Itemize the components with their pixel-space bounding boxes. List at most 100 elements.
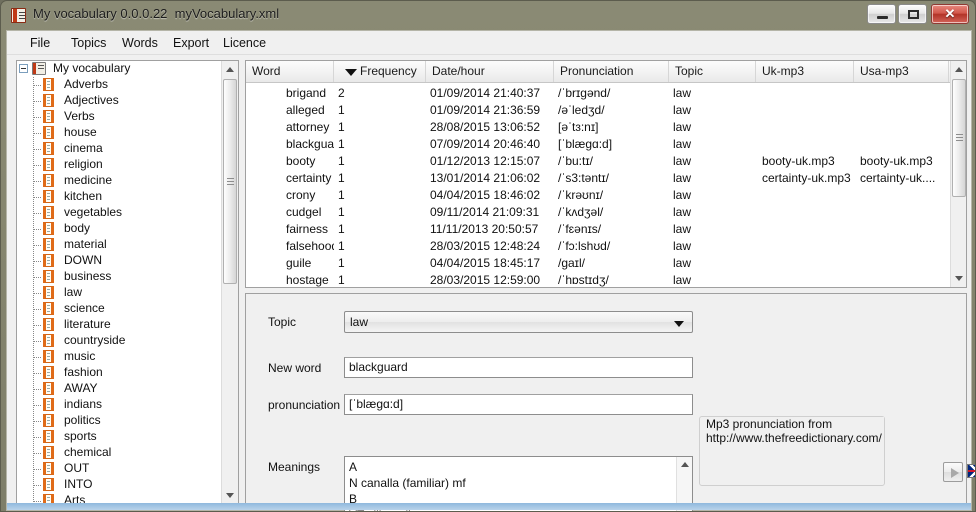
sidebar-item-house[interactable]: house (17, 125, 223, 141)
maximize-button[interactable] (898, 4, 927, 24)
sidebar-item-label: indians (64, 397, 103, 411)
sidebar-item-indians[interactable]: indians (17, 397, 223, 413)
cell-frequency: 1 (338, 137, 345, 151)
menu-item-licence[interactable]: Licence (216, 34, 273, 52)
topic-file-icon (43, 158, 54, 171)
minimize-button[interactable] (867, 4, 896, 24)
pronunciation-input[interactable]: [ˈblægɑ:d] (344, 394, 693, 415)
topic-file-icon (43, 206, 54, 219)
sidebar-item-kitchen[interactable]: kitchen (17, 189, 223, 205)
cell-date: 04/04/2015 18:46:02 (430, 188, 541, 202)
cell-pronunciation: /ˈbu:tɪ/ (558, 154, 593, 168)
cell-date: 07/09/2014 20:46:40 (430, 137, 541, 151)
sidebar-item-cinema[interactable]: cinema (17, 141, 223, 157)
new-word-value: blackguard (349, 360, 408, 374)
menu-item-file[interactable]: File (23, 34, 57, 52)
table-row[interactable]: certainty 1 13/01/2014 21:06:02/ˈs3:təntɪ/… (246, 170, 949, 187)
grid-scroll-down-button[interactable] (951, 270, 966, 287)
sidebar-item-business[interactable]: business (17, 269, 223, 285)
sidebar-item-away[interactable]: AWAY (17, 381, 223, 397)
column-header-date-hour[interactable]: Date/hour (426, 61, 554, 82)
sidebar-item-verbs[interactable]: Verbs (17, 109, 223, 125)
topics-tree-list[interactable]: My vocabulary Adverbs Adjectives Verbs house… (17, 61, 223, 504)
table-row[interactable]: crony 1 04/04/2015 18:46:02/ˈkrəʊnɪ/law (246, 187, 949, 204)
play-uk-mp3-button[interactable] (943, 462, 963, 482)
sidebar-item-body[interactable]: body (17, 221, 223, 237)
uk-flag-icon[interactable] (967, 464, 975, 478)
sidebar-item-label: law (64, 285, 83, 299)
sidebar-item-politics[interactable]: politics (17, 413, 223, 429)
column-header-word[interactable]: Word (246, 61, 334, 82)
sidebar-item-label: cinema (64, 141, 103, 155)
sidebar-item-literature[interactable]: literature (17, 317, 223, 333)
column-header-usa-mp3[interactable]: Usa-mp3 (854, 61, 949, 82)
collapse-icon[interactable] (19, 64, 28, 73)
grid-scroll-thumb[interactable] (952, 79, 966, 197)
table-row[interactable]: fairness 1 11/11/2013 20:50:57/ˈfɛənɪs/law (246, 221, 949, 238)
cell-topic: law (673, 120, 692, 134)
sidebar-item-religion[interactable]: religion (17, 157, 223, 173)
table-row[interactable]: alleged 1 01/09/2014 21:36:59/əˈledʒd/law (246, 102, 949, 119)
cell-word: booty (286, 154, 316, 168)
sidebar-item-science[interactable]: science (17, 301, 223, 317)
sidebar-item-sports[interactable]: sports (17, 429, 223, 445)
sidebar-item-medicine[interactable]: medicine (17, 173, 223, 189)
table-row[interactable]: booty 1 01/12/2013 12:15:07/ˈbu:tɪ/law boot… (246, 153, 949, 170)
words-grid-panel[interactable]: Word Frequency Date/hour Pronunciation Topic… (245, 60, 967, 288)
cell-pronunciation: /əˈledʒd/ (558, 103, 605, 117)
cell-word: brigand (286, 86, 327, 100)
grid-vertical-scrollbar[interactable] (950, 61, 966, 287)
sidebar-item-music[interactable]: music (17, 349, 223, 365)
words-grid-body[interactable]: brigand 2 01/09/2014 21:40:37/ˈbrɪgənd/law… (246, 83, 949, 287)
meanings-label: Meanings (268, 460, 321, 474)
table-row[interactable]: falsehood 1 28/03/2015 12:48:24/ˈfɔ:lshʊd/… (246, 238, 949, 255)
cell-usa-mp3: certainty-uk.... (860, 171, 936, 185)
tree-vertical-scrollbar[interactable] (221, 61, 238, 504)
cell-frequency: 2 (338, 86, 345, 100)
table-row[interactable]: guile 1 04/04/2015 18:45:17/gaɪl/law (246, 255, 949, 272)
topic-combobox[interactable]: law (344, 311, 693, 333)
topic-file-icon (43, 142, 54, 155)
cell-word: fairness (286, 222, 329, 236)
menu-item-export[interactable]: Export (166, 34, 216, 52)
table-row[interactable]: attorney 1 28/08/2015 13:06:52 [əˈtɜ:nɪ] law (246, 119, 949, 136)
cell-date: 28/03/2015 12:59:00 (430, 273, 541, 287)
cell-frequency: 1 (338, 171, 345, 185)
sidebar-item-label: DOWN (64, 253, 102, 267)
sidebar-item-out[interactable]: OUT (17, 461, 223, 477)
sidebar-item-countryside[interactable]: countryside (17, 333, 223, 349)
sidebar-item-down[interactable]: DOWN (17, 253, 223, 269)
column-header-pronunciation[interactable]: Pronunciation (554, 61, 669, 82)
sidebar-item-label: body (64, 221, 91, 235)
sidebar-item-adverbs[interactable]: Adverbs (17, 77, 223, 93)
chevron-down-icon[interactable] (674, 321, 684, 327)
tree-root-item[interactable]: My vocabulary (17, 61, 223, 77)
new-word-input[interactable]: blackguard (344, 357, 693, 378)
sidebar-item-vegetables[interactable]: vegetables (17, 205, 223, 221)
menu-item-topics[interactable]: Topics (64, 34, 113, 52)
sidebar-item-adjectives[interactable]: Adjectives (17, 93, 223, 109)
table-row[interactable]: blackguard 1 07/09/2014 20:46:40 [ˈblægɑ:d]… (246, 136, 949, 153)
table-row[interactable]: hostage 1 28/03/2015 12:59:00/ˈhɒstɪdʒ/law (246, 272, 949, 287)
table-row[interactable]: cudgel 1 09/11/2014 21:09:31/ˈkʌdʒəl/law (246, 204, 949, 221)
tree-scroll-thumb[interactable] (223, 79, 237, 284)
sidebar-item-material[interactable]: material (17, 237, 223, 253)
tree-scroll-up-button[interactable] (222, 61, 238, 78)
column-header-uk-mp3[interactable]: Uk-mp3 (756, 61, 854, 82)
column-header-topic[interactable]: Topic (669, 61, 756, 82)
sidebar-item-label: vegetables (64, 205, 123, 219)
sidebar-item-into[interactable]: INTO (17, 477, 223, 493)
grid-scroll-up-button[interactable] (951, 61, 966, 78)
chevron-up-icon[interactable] (681, 462, 689, 467)
table-row[interactable]: brigand 2 01/09/2014 21:40:37/ˈbrɪgənd/law (246, 85, 949, 102)
sidebar-item-chemical[interactable]: chemical (17, 445, 223, 461)
column-header-frequency[interactable]: Frequency (334, 61, 426, 82)
sidebar-item-fashion[interactable]: fashion (17, 365, 223, 381)
cell-pronunciation: /ˈkrəʊnɪ/ (558, 188, 604, 202)
menu-item-words[interactable]: Words (115, 34, 165, 52)
tree-scroll-down-button[interactable] (222, 487, 238, 504)
close-button[interactable]: ✕ (931, 4, 969, 24)
sidebar-item-law[interactable]: law (17, 285, 223, 301)
topics-tree-panel[interactable]: My vocabulary Adverbs Adjectives Verbs house… (16, 60, 239, 505)
cell-uk-mp3: booty-uk.mp3 (762, 154, 835, 168)
